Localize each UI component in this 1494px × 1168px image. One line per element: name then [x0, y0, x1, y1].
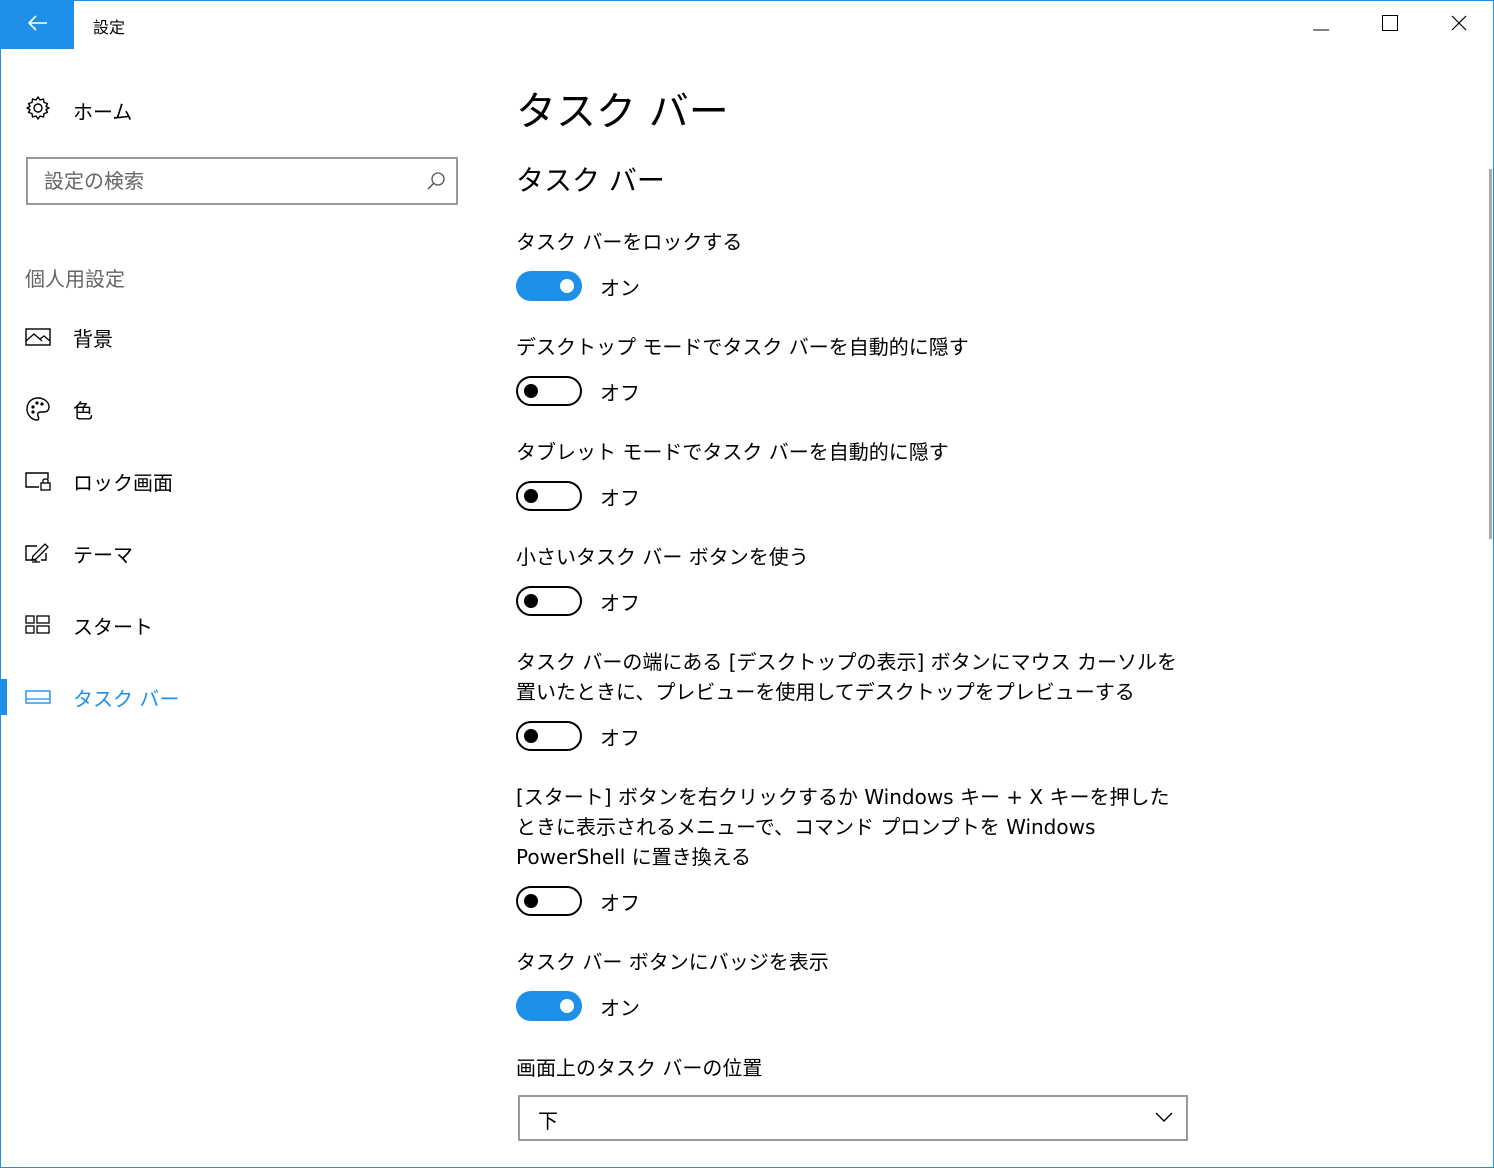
- setting-title: デスクトップ モードでタスク バーを自動的に隠す: [516, 335, 969, 359]
- toggle-state-label: オフ: [600, 380, 640, 405]
- sidebar-item-label: タスク バー: [73, 686, 180, 711]
- setting-powershell-replace: [スタート] ボタンを右クリックするか Windows キー + X キーを押し…: [516, 782, 1196, 917]
- picture-icon: [25, 325, 51, 349]
- toggle-state-label: オフ: [600, 890, 640, 915]
- search-input[interactable]: [44, 167, 404, 195]
- toggle-state-label: オン: [600, 995, 640, 1020]
- sidebar-item-label: スタート: [73, 614, 153, 639]
- title-bar: 設定: [1, 1, 1493, 49]
- back-button[interactable]: [1, 1, 74, 49]
- toggle-knob: [524, 488, 538, 503]
- toggle-knob: [560, 278, 574, 293]
- autohide-tablet-toggle[interactable]: [516, 481, 582, 511]
- setting-title: 画面上のタスク バーの位置: [516, 1056, 763, 1080]
- palette-icon: [25, 397, 51, 421]
- sidebar-item-label: ロック画面: [73, 470, 173, 495]
- dropdown-value: 下: [538, 1109, 558, 1133]
- setting-taskbar-position: 画面上のタスク バーの位置: [516, 1053, 1196, 1083]
- window-title: 設定: [93, 18, 126, 37]
- sidebar-item-theme[interactable]: テーマ: [1, 529, 481, 577]
- sidebar-item-start[interactable]: スタート: [1, 601, 481, 649]
- setting-show-badges: タスク バー ボタンにバッジを表示 オン: [516, 947, 1196, 1022]
- start-tiles-icon: [25, 613, 51, 637]
- setting-small-buttons: 小さいタスク バー ボタンを使う オフ: [516, 542, 1196, 617]
- sidebar-item-taskbar[interactable]: タスク バー: [1, 673, 481, 721]
- setting-lock-taskbar: タスク バーをロックする オン: [516, 227, 1196, 302]
- group-title: タスク バー: [516, 164, 665, 197]
- toggle-state-label: オン: [600, 275, 640, 300]
- setting-peek-preview: タスク バーの端にある [デスクトップの表示] ボタンにマウス カーソルを置いた…: [516, 647, 1196, 752]
- section-header: 個人用設定: [25, 267, 125, 291]
- search-icon[interactable]: [426, 171, 446, 195]
- taskbar-position-dropdown[interactable]: 下: [518, 1095, 1188, 1141]
- toggle-knob: [524, 383, 538, 398]
- theme-icon: [25, 541, 51, 565]
- setting-title: 小さいタスク バー ボタンを使う: [516, 545, 809, 569]
- gear-icon: [25, 95, 51, 125]
- sidebar-item-label: 背景: [73, 326, 113, 351]
- back-arrow-icon: [27, 15, 48, 35]
- close-button[interactable]: [1424, 1, 1493, 49]
- powershell-replace-toggle[interactable]: [516, 886, 582, 916]
- toggle-knob: [560, 998, 574, 1013]
- setting-autohide-tablet: タブレット モードでタスク バーを自動的に隠す オフ: [516, 437, 1196, 512]
- maximize-icon: [1381, 15, 1398, 35]
- setting-title: [スタート] ボタンを右クリックするか Windows キー + X キーを押し…: [516, 785, 1170, 869]
- setting-title: タスク バー ボタンにバッジを表示: [516, 950, 829, 974]
- search-box[interactable]: [26, 157, 458, 205]
- scrollbar[interactable]: [1489, 169, 1492, 539]
- show-badges-toggle[interactable]: [516, 991, 582, 1021]
- sidebar-item-label: 色: [73, 398, 93, 423]
- sidebar-item-color[interactable]: 色: [1, 385, 481, 433]
- minimize-icon: [1312, 16, 1329, 35]
- home-nav-item[interactable]: ホーム: [25, 95, 132, 125]
- active-indicator: [1, 679, 7, 715]
- chevron-down-icon: [1154, 1109, 1174, 1128]
- sidebar-item-label: テーマ: [73, 542, 133, 567]
- toggle-knob: [524, 728, 538, 743]
- sidebar-item-lock-screen[interactable]: ロック画面: [1, 457, 481, 505]
- setting-title: タスク バーの端にある [デスクトップの表示] ボタンにマウス カーソルを置いた…: [516, 650, 1178, 704]
- small-buttons-toggle[interactable]: [516, 586, 582, 616]
- toggle-state-label: オフ: [600, 725, 640, 750]
- toggle-state-label: オフ: [600, 590, 640, 615]
- setting-title: タブレット モードでタスク バーを自動的に隠す: [516, 440, 949, 464]
- toggle-knob: [524, 593, 538, 608]
- minimize-button[interactable]: [1286, 1, 1355, 49]
- lock-screen-icon: [25, 469, 51, 493]
- sidebar-item-background[interactable]: 背景: [1, 313, 481, 361]
- setting-autohide-desktop: デスクトップ モードでタスク バーを自動的に隠す オフ: [516, 332, 1196, 407]
- setting-title: タスク バーをロックする: [516, 230, 743, 254]
- taskbar-icon: [25, 685, 51, 709]
- main-content: タスク バー タスク バー タスク バーをロックする オン デスクトップ モード…: [516, 49, 1476, 1167]
- settings-window: 設定 ホーム 設定の検索 個人用設定 背景 色 ロック画面 テーマ スタート タ…: [0, 0, 1494, 1168]
- page-title: タスク バー: [516, 89, 729, 135]
- autohide-desktop-toggle[interactable]: [516, 376, 582, 406]
- peek-preview-toggle[interactable]: [516, 721, 582, 751]
- home-label: ホーム: [73, 99, 133, 124]
- sidebar: ホーム 個人用設定 背景 色 ロック画面: [1, 49, 481, 1167]
- lock-taskbar-toggle[interactable]: [516, 271, 582, 301]
- close-icon: [1451, 15, 1467, 35]
- toggle-state-label: オフ: [600, 485, 640, 510]
- maximize-button[interactable]: [1355, 1, 1424, 49]
- toggle-knob: [524, 893, 538, 908]
